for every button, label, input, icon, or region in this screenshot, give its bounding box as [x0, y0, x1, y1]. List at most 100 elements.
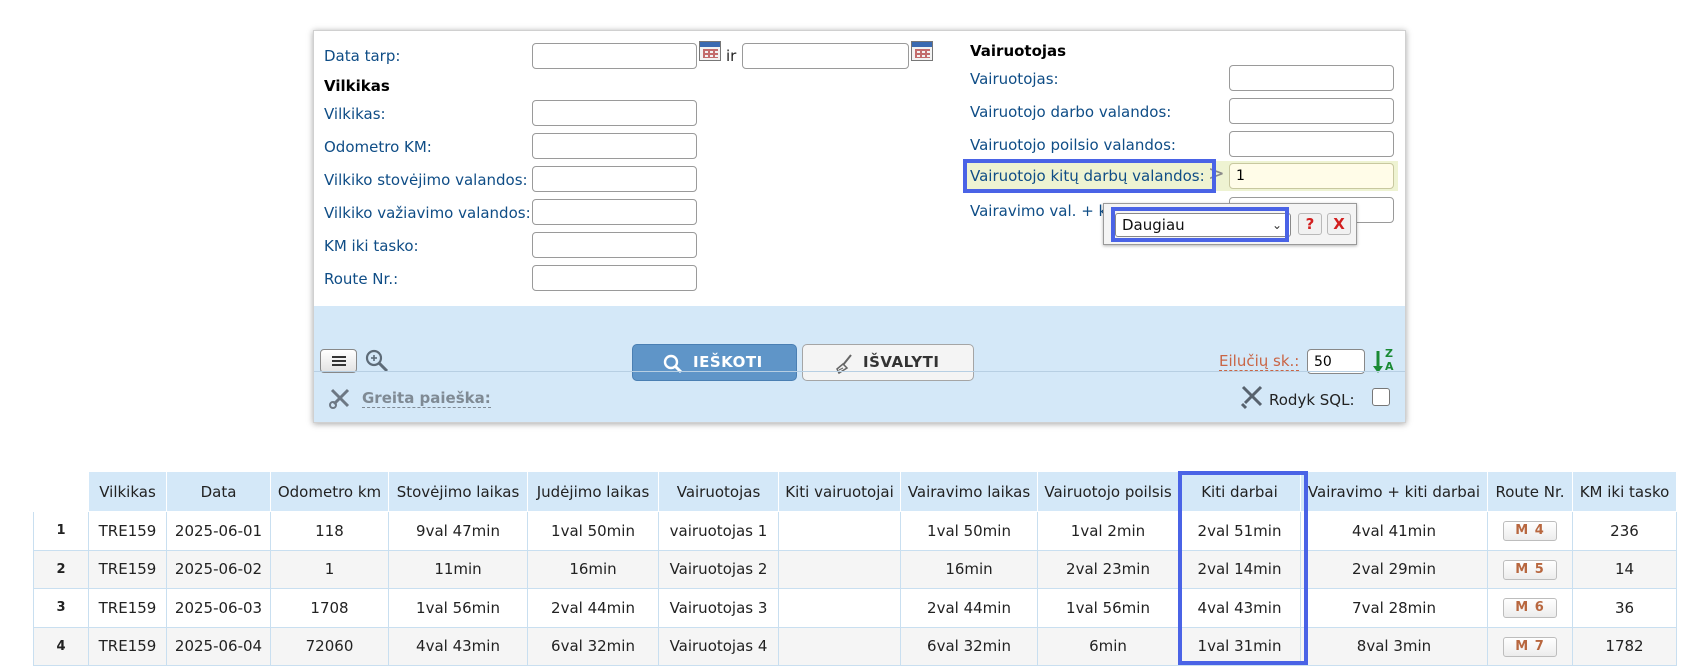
- column-header[interactable]: Route Nr.: [1487, 471, 1573, 512]
- driver-input[interactable]: [1229, 65, 1394, 91]
- cell-date: 2025-06-02: [166, 549, 271, 589]
- cell-route: M 4: [1487, 511, 1573, 551]
- route-badge[interactable]: M 6: [1503, 598, 1557, 619]
- calendar-icon[interactable]: [911, 41, 933, 61]
- truck-idle-hours-input[interactable]: [532, 166, 697, 192]
- row-number: 1: [33, 511, 89, 551]
- driver-link[interactable]: vairuotojas 1: [658, 511, 779, 551]
- route-nr-input[interactable]: [532, 265, 697, 291]
- cell-route: M 7: [1487, 626, 1573, 666]
- highlight-frame: [963, 159, 1216, 193]
- cell-driving-plus: 8val 3min: [1300, 626, 1488, 666]
- cell-idle: 11min: [388, 549, 528, 589]
- cell-driving-plus: 4val 41min: [1300, 511, 1488, 551]
- filter-toolbar: IEŠKOTI IŠVALYTI Eilučių sk.: Z A Greita…: [314, 306, 1405, 422]
- cell-odometer: 1708: [270, 588, 389, 628]
- driver-section-title: Vairuotojas: [970, 42, 1067, 60]
- truck-driving-hours-label: Vilkiko važiavimo valandos:: [324, 204, 531, 222]
- column-header[interactable]: Judėjimo laikas: [527, 471, 659, 512]
- km-to-point-input[interactable]: [532, 232, 697, 258]
- cell-rest: 6min: [1037, 626, 1179, 666]
- driver-link[interactable]: Vairuotojas 2: [658, 549, 779, 589]
- cell-odometer: 1: [270, 549, 389, 589]
- cell-date: 2025-06-01: [166, 511, 271, 551]
- column-header[interactable]: Vairuotojas: [658, 471, 779, 512]
- driver-link[interactable]: Vairuotojas 3: [658, 588, 779, 628]
- truck-idle-hours-label: Vilkiko stovėjimo valandos:: [324, 171, 528, 189]
- truck-link[interactable]: TRE159: [88, 626, 167, 666]
- column-header[interactable]: Vairuotojo poilsis: [1037, 471, 1179, 512]
- route-badge[interactable]: M 7: [1503, 636, 1557, 657]
- column-header[interactable]: Odometro km: [270, 471, 389, 512]
- search-button[interactable]: IEŠKOTI: [632, 344, 797, 381]
- cell-km: 36: [1572, 588, 1677, 628]
- column-header[interactable]: KM iki tasko: [1572, 471, 1677, 512]
- menu-column-header: [33, 471, 89, 512]
- column-header[interactable]: Data: [166, 471, 271, 512]
- date-separator: ir: [726, 47, 737, 65]
- cell-driving: 1val 50min: [900, 511, 1038, 551]
- table-row: 3 TRE159 2025-06-03 1708 1val 56min 2val…: [33, 588, 1677, 628]
- cell-idle: 4val 43min: [388, 626, 528, 666]
- cell-km: 1782: [1572, 626, 1677, 666]
- column-highlight-frame: [1178, 471, 1308, 665]
- driver-other-work-hours-input[interactable]: [1229, 163, 1394, 189]
- cell-other-drivers: [778, 626, 901, 666]
- route-badge[interactable]: M 5: [1503, 559, 1557, 580]
- truck-section-title: Vilkikas: [324, 77, 390, 95]
- clear-button[interactable]: IŠVALYTI: [802, 344, 974, 381]
- help-button[interactable]: ?: [1298, 213, 1322, 235]
- truck-link[interactable]: TRE159: [88, 511, 167, 551]
- sql-tools-icon: [1240, 385, 1263, 410]
- cell-driving: 6val 32min: [900, 626, 1038, 666]
- column-header[interactable]: Vairavimo + kiti darbai: [1300, 471, 1488, 512]
- truck-label: Vilkikas:: [324, 105, 386, 123]
- cell-rest: 1val 56min: [1037, 588, 1179, 628]
- table-row: 4 TRE159 2025-06-04 72060 4val 43min 6va…: [33, 626, 1677, 666]
- row-number: 2: [33, 549, 89, 589]
- truck-driving-hours-input[interactable]: [532, 199, 697, 225]
- highlight-frame: [1111, 207, 1289, 242]
- date-from-input[interactable]: [532, 43, 697, 69]
- driver-link[interactable]: Vairuotojas 4: [658, 626, 779, 666]
- cell-odometer: 118: [270, 511, 389, 551]
- odometer-input[interactable]: [532, 133, 697, 159]
- show-sql-checkbox[interactable]: [1372, 388, 1390, 406]
- menu-button[interactable]: [320, 349, 357, 373]
- truck-link[interactable]: TRE159: [88, 588, 167, 628]
- show-sql-label: Rodyk SQL:: [1269, 391, 1355, 409]
- cell-date: 2025-06-04: [166, 626, 271, 666]
- close-popup-button[interactable]: X: [1327, 213, 1351, 235]
- driver-rest-hours-label: Vairuotojo poilsio valandos:: [970, 136, 1176, 154]
- toolbar-divider: [314, 371, 1405, 372]
- truck-link[interactable]: TRE159: [88, 549, 167, 589]
- row-number: 3: [33, 588, 89, 628]
- cell-rest: 2val 23min: [1037, 549, 1179, 589]
- cell-driving-plus: 2val 29min: [1300, 549, 1488, 589]
- column-header[interactable]: Stovėjimo laikas: [388, 471, 528, 512]
- driver-rest-hours-input[interactable]: [1229, 131, 1394, 157]
- driver-label: Vairuotojas:: [970, 70, 1059, 88]
- cell-driving-plus: 7val 28min: [1300, 588, 1488, 628]
- calendar-icon[interactable]: [699, 41, 721, 61]
- driver-work-hours-label: Vairuotojo darbo valandos:: [970, 103, 1172, 121]
- quick-search-link[interactable]: Greita paieška:: [362, 389, 491, 408]
- cell-move: 16min: [527, 549, 659, 589]
- column-header[interactable]: Vilkikas: [88, 471, 167, 512]
- truck-input[interactable]: [532, 100, 697, 126]
- table-header-row: Vilkikas Data Odometro km Stovėjimo laik…: [33, 471, 1677, 512]
- table-row: 1 TRE159 2025-06-01 118 9val 47min 1val …: [33, 511, 1677, 551]
- cell-km: 236: [1572, 511, 1677, 551]
- km-to-point-label: KM iki tasko:: [324, 237, 419, 255]
- route-badge[interactable]: M 4: [1503, 521, 1557, 542]
- column-header[interactable]: Kiti vairuotojai: [778, 471, 901, 512]
- date-to-input[interactable]: [742, 43, 909, 69]
- route-nr-label: Route Nr.:: [324, 270, 399, 288]
- search-filter-panel: Data tarp: ir Vilkikas Vilkikas: Odometr…: [313, 30, 1406, 423]
- column-header[interactable]: Vairavimo laikas: [900, 471, 1038, 512]
- row-number: 4: [33, 626, 89, 666]
- driver-work-hours-input[interactable]: [1229, 98, 1394, 124]
- rows-count-label[interactable]: Eilučių sk.:: [1219, 352, 1300, 371]
- cell-other-drivers: [778, 549, 901, 589]
- cell-idle: 9val 47min: [388, 511, 528, 551]
